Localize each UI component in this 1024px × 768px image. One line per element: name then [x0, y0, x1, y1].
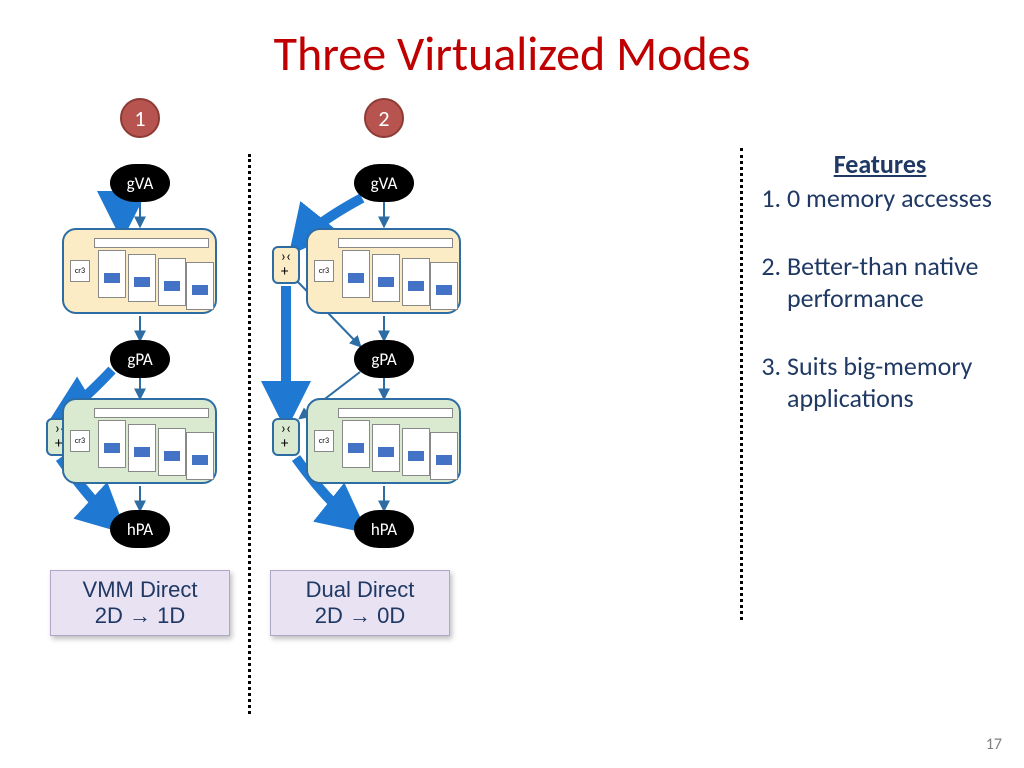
- features-block: Features 0 memory accesses Better-than n…: [755, 148, 1005, 450]
- host-page-table-1: cr3: [62, 398, 217, 484]
- bypass-top-2: ›‹+: [272, 246, 300, 284]
- caption-line: VMM Direct: [55, 577, 225, 603]
- badge-1: 1: [120, 98, 160, 138]
- slide-title: Three Virtualized Modes: [0, 24, 1024, 83]
- node-gva-2: gVA: [354, 164, 414, 202]
- feature-item: Suits big-memory applications: [787, 350, 1005, 414]
- node-hpa-1: hPA: [110, 510, 170, 548]
- node-gpa-2: gPA: [354, 340, 414, 378]
- feature-item: 0 memory accesses: [787, 182, 1005, 214]
- caption-line: 2D → 0D: [275, 603, 445, 629]
- caption-mode-1: VMM Direct 2D → 1D: [50, 570, 230, 636]
- guest-page-table-2: cr3: [306, 228, 461, 314]
- feature-item: Better-than native performance: [787, 250, 1005, 314]
- features-list: 0 memory accesses Better-than native per…: [755, 182, 1005, 414]
- cr3-label: cr3: [70, 430, 90, 452]
- cr3-label: cr3: [314, 430, 334, 452]
- bypass-bottom-2: ›‹+: [272, 418, 300, 456]
- caption-line: Dual Direct: [275, 577, 445, 603]
- cr3-label: cr3: [70, 260, 90, 282]
- node-gva-1: gVA: [110, 164, 170, 202]
- node-hpa-2: hPA: [354, 510, 414, 548]
- divider-2: [740, 148, 743, 620]
- node-gpa-1: gPA: [110, 340, 170, 378]
- guest-page-table-1: cr3: [62, 228, 217, 314]
- page-number: 17: [986, 735, 1002, 754]
- divider-1: [248, 154, 251, 714]
- badge-2: 2: [364, 98, 404, 138]
- cr3-label: cr3: [314, 260, 334, 282]
- caption-line: 2D → 1D: [55, 603, 225, 629]
- caption-mode-2: Dual Direct 2D → 0D: [270, 570, 450, 636]
- features-heading: Features: [755, 148, 1005, 180]
- host-page-table-2: cr3: [306, 398, 461, 484]
